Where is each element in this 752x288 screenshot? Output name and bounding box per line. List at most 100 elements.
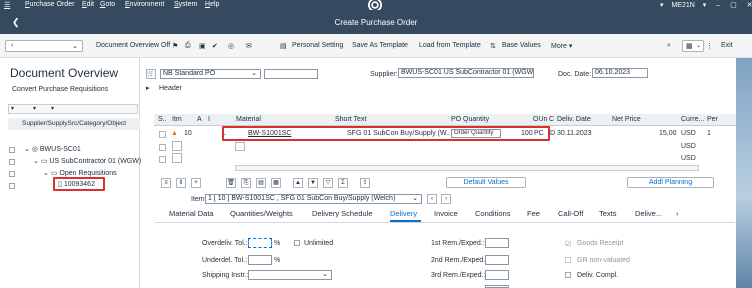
tab-delivery[interactable]: Delivery bbox=[390, 209, 417, 218]
gr-nonvalued-checkbox[interactable] bbox=[565, 257, 571, 263]
lock-icon[interactable]: ▣ bbox=[199, 42, 206, 50]
empty-cell[interactable] bbox=[172, 153, 182, 163]
shipping-instr-select[interactable]: ⌄ bbox=[248, 270, 332, 280]
add-icon[interactable]: + bbox=[191, 178, 201, 188]
convert-pr-button[interactable]: Convert Purchase Requisitions bbox=[12, 86, 108, 93]
menu-environment[interactable]: Environment bbox=[125, 1, 164, 8]
tree-node-open-requisitions[interactable]: ⌄ ▭ Open Requisitions bbox=[43, 169, 117, 177]
paste-icon[interactable]: ▤ bbox=[256, 178, 266, 188]
calendar-icon[interactable]: ▦ bbox=[271, 178, 281, 188]
col-currency[interactable]: Curre... bbox=[681, 116, 704, 123]
row-select-checkbox[interactable] bbox=[159, 156, 166, 163]
supplier-field[interactable]: BWUS-SC01 US SubContractor 01 (WGW) bbox=[398, 68, 534, 78]
empty-cell[interactable] bbox=[172, 141, 182, 151]
menu-help[interactable]: Help bbox=[205, 1, 219, 8]
tab-invoice[interactable]: Invoice bbox=[434, 209, 458, 218]
cart-icon[interactable]: 🛒 bbox=[146, 69, 156, 79]
personal-setting-button[interactable]: Personal Setting bbox=[292, 42, 343, 49]
layout-icon[interactable]: ▾ bbox=[33, 105, 36, 112]
search-icon[interactable]: ⌕ bbox=[667, 42, 671, 50]
row-checkbox[interactable] bbox=[9, 171, 15, 177]
details-icon[interactable]: ≡ bbox=[161, 178, 171, 188]
load-from-template-button[interactable]: Load from Template bbox=[419, 42, 481, 49]
export-icon[interactable]: ⇪ bbox=[360, 178, 370, 188]
messages-icon[interactable]: ✉ bbox=[246, 42, 252, 50]
col-material[interactable]: Material bbox=[236, 116, 261, 123]
col-short-text[interactable]: Short Text bbox=[335, 116, 366, 123]
col-per[interactable]: Per bbox=[707, 116, 718, 123]
col-delivery-date[interactable]: Deliv. Date bbox=[557, 116, 591, 123]
chevron-down-icon[interactable]: ▾ bbox=[660, 2, 664, 9]
document-type-select[interactable]: NB Standard PO ⌄ bbox=[160, 69, 261, 79]
menu-goto[interactable]: Goto bbox=[100, 1, 115, 8]
sort-up-icon[interactable]: ▲ bbox=[293, 178, 303, 188]
col-status[interactable]: S.. bbox=[158, 116, 167, 123]
next-item-icon[interactable]: › bbox=[441, 194, 451, 204]
default-values-button[interactable]: Default Values bbox=[446, 177, 526, 188]
col-account[interactable]: A bbox=[197, 116, 202, 123]
prev-item-icon[interactable]: ‹ bbox=[427, 194, 437, 204]
menu-system[interactable]: System bbox=[174, 1, 197, 8]
copy-icon[interactable]: ⎘ bbox=[241, 178, 251, 188]
tree-node-supplier[interactable]: ⌄ ◎ BWUS-SC01 bbox=[24, 145, 81, 153]
action-dropdown[interactable]: ‹ ⌄ bbox=[5, 40, 83, 52]
item-select[interactable]: 1 [ 10 ] BW-S1001SC , SFG 01 SubCon Buy/… bbox=[205, 194, 422, 204]
rem2-field[interactable] bbox=[485, 255, 509, 265]
overdelivery-field[interactable] bbox=[248, 238, 272, 248]
tab-fee[interactable]: Fee bbox=[527, 209, 540, 218]
maximize-icon[interactable]: ▢ bbox=[730, 2, 737, 9]
tab-material-data[interactable]: Material Data bbox=[169, 209, 214, 218]
menu-lines-icon[interactable]: ☰ bbox=[4, 1, 10, 9]
save-as-template-button[interactable]: Save As Template bbox=[352, 42, 408, 49]
document-overview-off-button[interactable]: Document Overview Off bbox=[96, 42, 170, 49]
tab-quantities-weights[interactable]: Quantities/Weights bbox=[230, 209, 293, 218]
empty-cell[interactable] bbox=[235, 142, 245, 151]
filter-icon[interactable]: ▾ bbox=[11, 105, 14, 112]
horizontal-scrollbar[interactable] bbox=[235, 165, 699, 171]
col-item[interactable]: Itm bbox=[172, 116, 182, 123]
preview-icon[interactable]: ◎ bbox=[228, 42, 234, 50]
base-values-button[interactable]: Base Values bbox=[502, 42, 541, 49]
tab-texts[interactable]: Texts bbox=[599, 209, 617, 218]
row-checkbox[interactable] bbox=[9, 147, 15, 153]
minimize-icon[interactable]: – bbox=[716, 2, 720, 9]
row-checkbox[interactable] bbox=[9, 183, 15, 189]
tab-delivery-address[interactable]: Delive... bbox=[635, 209, 662, 218]
tree-node-subcontractor[interactable]: ⌄ ▭ US SubContractor 01 (WGW) bbox=[33, 157, 141, 165]
sort-down-icon[interactable]: ▼ bbox=[308, 178, 318, 188]
expand-icon[interactable]: ▾ bbox=[51, 105, 54, 112]
menu-purchase-order[interactable]: Purchase Order bbox=[25, 1, 74, 8]
rem1-field[interactable] bbox=[485, 238, 509, 248]
flag-icon[interactable]: ⚑ bbox=[172, 42, 178, 50]
rem3-field[interactable] bbox=[485, 270, 509, 280]
header-section-label[interactable]: Header bbox=[159, 85, 182, 92]
caret-icon[interactable]: ▾ bbox=[703, 2, 707, 9]
menu-edit[interactable]: Edit bbox=[82, 1, 94, 8]
po-number-field[interactable] bbox=[264, 69, 318, 79]
tab-conditions[interactable]: Conditions bbox=[475, 209, 510, 218]
sum-icon[interactable]: Σ bbox=[338, 178, 348, 188]
tabs-more-icon[interactable]: › bbox=[676, 209, 679, 218]
col-c[interactable]: C bbox=[549, 116, 554, 123]
underdelivery-field[interactable] bbox=[248, 255, 272, 265]
exit-button[interactable]: Exit bbox=[721, 42, 733, 49]
col-oun[interactable]: OUn bbox=[533, 116, 547, 123]
col-item-category[interactable]: I bbox=[208, 116, 210, 123]
row-select-checkbox[interactable] bbox=[159, 131, 166, 138]
delivery-complete-checkbox[interactable] bbox=[565, 272, 571, 278]
layout-dropdown[interactable]: ▦ ⌄ bbox=[682, 40, 704, 52]
check-icon[interactable]: ✔ bbox=[212, 42, 218, 50]
row-select-checkbox[interactable] bbox=[159, 144, 166, 151]
printer-icon[interactable]: ⎙ bbox=[185, 42, 191, 50]
tab-delivery-schedule[interactable]: Delivery Schedule bbox=[312, 209, 372, 218]
col-po-quantity[interactable]: PO Quantity bbox=[451, 116, 489, 123]
doc-date-field[interactable]: 06.10.2023 bbox=[592, 68, 648, 78]
addl-planning-button[interactable]: Addl Planning bbox=[627, 177, 714, 188]
expand-icon[interactable]: ⇕ bbox=[176, 178, 186, 188]
more-options-icon[interactable]: ⋮ bbox=[706, 42, 713, 50]
unlimited-checkbox[interactable] bbox=[294, 240, 300, 246]
col-net-price[interactable]: Net Price bbox=[612, 116, 641, 123]
more-button[interactable]: More ▾ bbox=[551, 42, 572, 50]
header-expand-icon[interactable]: ▸ bbox=[146, 84, 150, 92]
delete-icon[interactable]: 🗑 bbox=[226, 178, 236, 188]
